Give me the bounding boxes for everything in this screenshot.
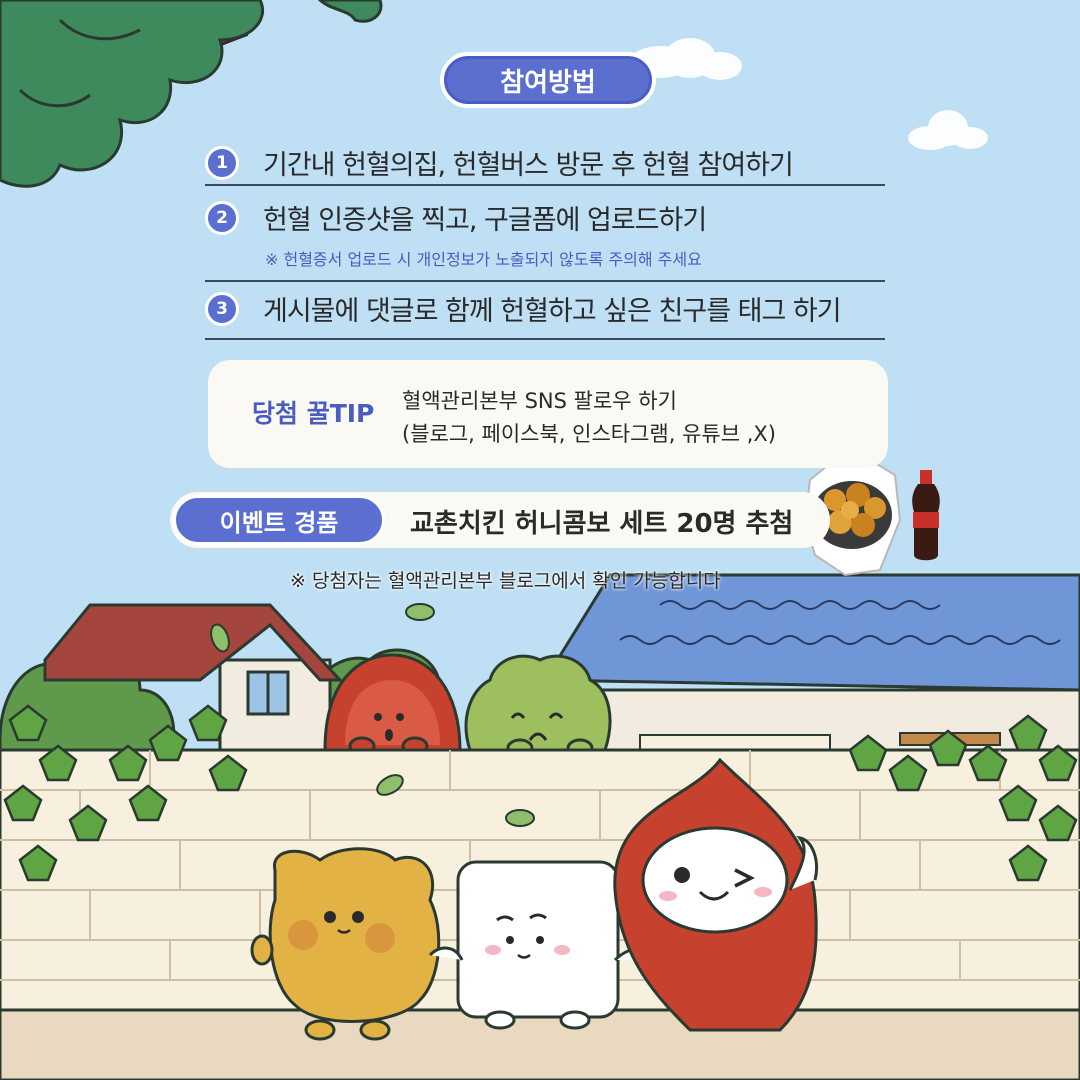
divider: [205, 338, 885, 340]
house-icon: [542, 573, 1080, 762]
ground: [0, 1008, 1080, 1080]
step-text: 헌혈 인증샷을 찍고, 구글폼에 업로드하기: [263, 205, 707, 236]
step-number: 2: [205, 200, 239, 235]
winner-note: ※ 당첨자는 혈액관리본부 블로그에서 확인 가능합니다: [290, 570, 721, 592]
divider: [205, 280, 885, 282]
step-1: 1 기간내 헌혈의집, 헌혈버스 방문 후 헌혈 참여하기: [205, 143, 794, 182]
step-2-note: ※ 헌혈증서 업로드 시 개인정보가 노출되지 않도록 주의해 주세요: [265, 250, 702, 269]
prize-label: 이벤트 경품: [173, 495, 385, 545]
prize-text: 교촌치킨 허니콤보 세트 20명 추첨: [410, 509, 794, 539]
step-text: 게시물에 댓글로 함께 헌혈하고 싶은 친구를 태그 하기: [263, 296, 842, 327]
step-number: 3: [205, 291, 239, 326]
section-title: 참여방법: [440, 52, 656, 108]
tip-line-1: 혈액관리본부 SNS 팔로우 하기: [402, 389, 677, 413]
divider: [205, 184, 885, 186]
step-2: 2 헌혈 인증샷을 찍고, 구글폼에 업로드하기: [205, 198, 707, 237]
tip-label: 당첨 꿀TIP: [252, 399, 375, 428]
step-number: 1: [205, 145, 239, 180]
step-3: 3 게시물에 댓글로 함께 헌혈하고 싶은 친구를 태그 하기: [205, 289, 842, 328]
tip-line-2: (블로그, 페이스북, 인스타그램, 유튜브 ,X): [402, 422, 776, 446]
step-text: 기간내 헌혈의집, 헌혈버스 방문 후 헌혈 참여하기: [263, 150, 794, 181]
